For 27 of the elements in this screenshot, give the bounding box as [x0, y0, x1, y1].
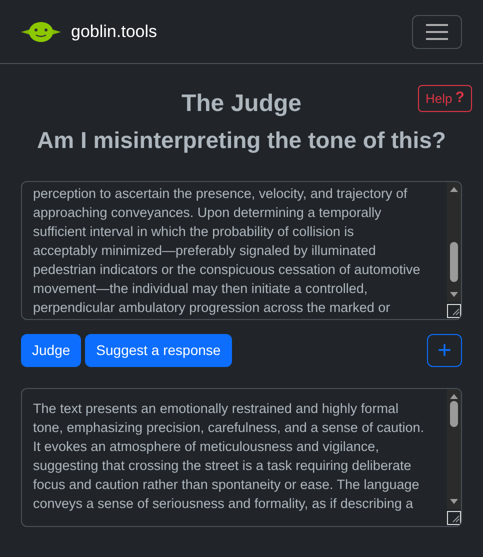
page-title: The Judge	[181, 89, 302, 119]
text-line: conveys a sense of seriousness and formality, as if describing a	[33, 495, 414, 513]
text-line: sufficient interval in which the probability of collision is	[33, 223, 355, 241]
text-line: perpendicular ambulatory progression across the marked or	[33, 299, 392, 317]
text-line: focus and caution rather than spontaneity or ease. The language	[33, 476, 420, 494]
scrollbar-drawing[interactable]	[447, 182, 461, 318]
text-line: tone, emphasizing precision, carefulness, and a sense of caution.	[33, 419, 425, 437]
goblin-face-icon	[21, 20, 61, 42]
result-textarea[interactable]	[21, 388, 462, 527]
menu-button[interactable]	[412, 14, 462, 48]
text-line: The text presents an emotionally restrained and highly formal	[33, 400, 400, 418]
text-line: movement—the individual may then initiate a controlled,	[33, 280, 369, 298]
input-textarea[interactable]	[21, 181, 462, 320]
text-line: perception to ascertain the presence, velocity, and trajectory of	[33, 185, 408, 203]
page-subtitle: Am I misinterpreting the tone of this?	[37, 126, 446, 155]
action-button[interactable]: Judge	[21, 334, 82, 367]
text-line: acceptably minimized—preferably signaled by illuminated	[33, 242, 377, 260]
brand-name[interactable]: goblin.tools	[71, 18, 158, 44]
action-button[interactable]: Suggest a response	[85, 334, 232, 367]
help-button[interactable]: Help ?	[418, 85, 472, 112]
add-button[interactable]: +	[427, 334, 462, 367]
text-line: pedestrian indicators or the conspicuous cessation of automotive	[33, 261, 422, 279]
text-line: approaching conveyances. Upon determining a temporally	[33, 204, 382, 222]
text-line: It evokes an atmosphere of meticulousness and vigilance,	[33, 438, 380, 456]
scrollbar-drawing[interactable]	[447, 389, 461, 525]
menu-icon	[426, 24, 448, 40]
text-line: suggesting that crossing the street is a task requiring deliberate	[33, 457, 412, 475]
